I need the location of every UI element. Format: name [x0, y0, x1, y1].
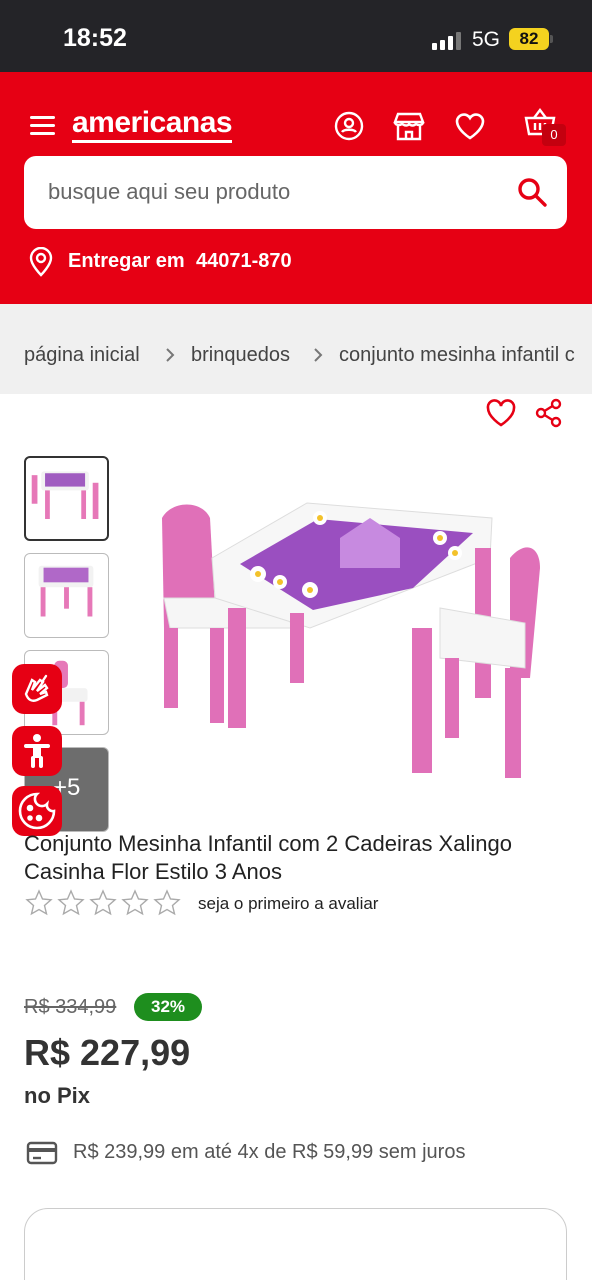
breadcrumb-product[interactable]: conjunto mesinha infantil c [339, 344, 575, 367]
location-pin-icon [28, 246, 54, 277]
price-method: no Pix [24, 1083, 91, 1108]
site-header: americanas 0 Entregar em 44071-870 [0, 72, 592, 304]
star-icon [153, 889, 181, 916]
chevron-right-icon [314, 348, 323, 362]
menu-icon[interactable] [30, 116, 55, 136]
accessibility-icon [24, 734, 50, 768]
discount-badge: 32% [134, 993, 202, 1021]
heart-icon[interactable] [454, 110, 486, 142]
product-title: Conjunto Mesinha Infantil com 2 Cadeiras… [24, 831, 512, 884]
logo[interactable]: americanas [72, 108, 233, 143]
network-label: 5G [472, 28, 501, 51]
star-icon [121, 889, 149, 916]
rating-stars[interactable] [24, 888, 184, 918]
cookie-button[interactable] [12, 786, 62, 836]
product-thumbnail[interactable] [24, 456, 109, 541]
installments-text: R$ 239,99 em até 4x de R$ 59,99 sem juro… [73, 1141, 466, 1163]
delivery-label: Entregar em [68, 250, 185, 272]
cookie-icon [18, 792, 56, 830]
share-icon[interactable] [535, 398, 563, 428]
star-icon [89, 889, 117, 916]
signal-icon [432, 30, 462, 50]
battery-icon: 82 [509, 28, 549, 50]
sign-language-button[interactable] [12, 664, 62, 714]
battery-tip [550, 35, 553, 43]
status-bar: 18:52 5G 82 [0, 0, 592, 72]
favorite-icon[interactable] [486, 398, 516, 428]
product-thumbnail[interactable] [24, 553, 109, 638]
delivery-cep: 44071-870 [196, 250, 292, 272]
store-icon[interactable] [393, 110, 425, 142]
search-icon[interactable] [516, 176, 548, 208]
purchase-card [24, 1208, 567, 1280]
breadcrumb: página inicial brinquedos conjunto mesin… [0, 304, 592, 394]
old-price: R$ 334,99 [24, 996, 117, 1018]
credit-card-icon [26, 1140, 58, 1166]
rating-text[interactable]: seja o primeiro a avaliar [198, 894, 378, 914]
status-time: 18:52 [63, 24, 127, 52]
search-bar [24, 156, 567, 229]
user-icon[interactable] [333, 110, 365, 142]
product-main-image[interactable] [140, 478, 570, 818]
accessibility-button[interactable] [12, 726, 62, 776]
breadcrumb-toys[interactable]: brinquedos [191, 344, 290, 367]
search-input[interactable] [48, 176, 488, 208]
breadcrumb-home[interactable]: página inicial [24, 344, 140, 367]
sign-language-icon [24, 674, 49, 702]
price: R$ 227,99 [24, 1032, 191, 1073]
star-icon [57, 889, 85, 916]
cart-count-badge: 0 [542, 124, 566, 146]
chevron-right-icon [166, 348, 175, 362]
star-icon [25, 889, 53, 916]
